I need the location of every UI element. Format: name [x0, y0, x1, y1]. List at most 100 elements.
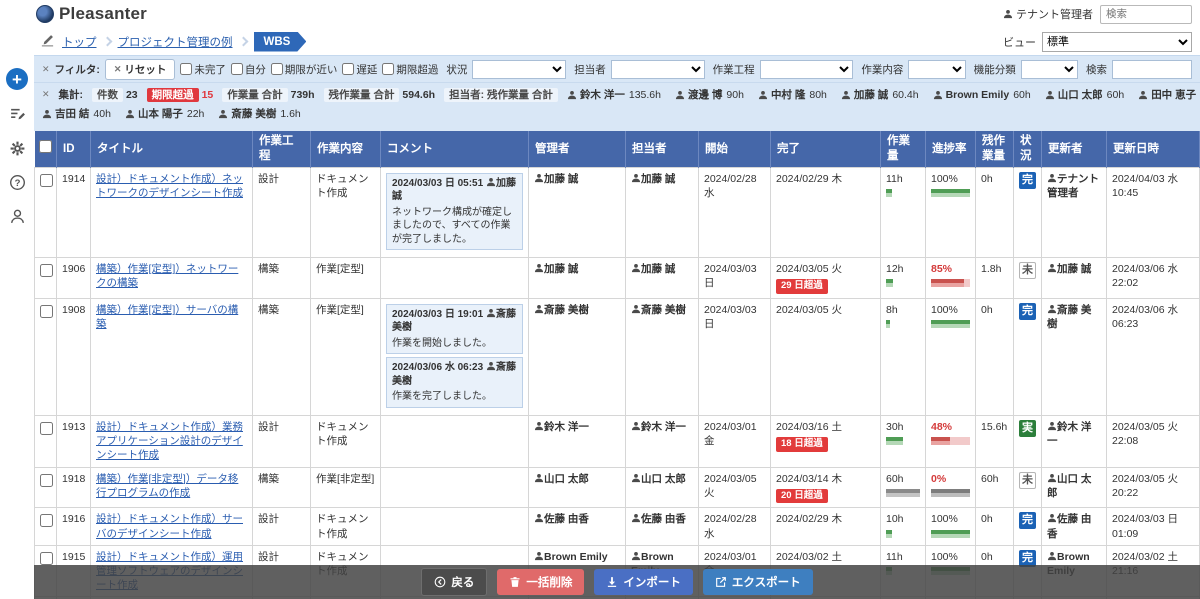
filter-check-incomplete[interactable]: 未完了	[180, 62, 226, 77]
edit-list-icon[interactable]	[7, 104, 27, 124]
cell-comments	[381, 508, 529, 545]
chevron-right-icon	[102, 37, 112, 47]
checkbox[interactable]	[180, 63, 192, 75]
filter-content-select[interactable]	[908, 60, 965, 79]
person-name: テナント管理者	[1047, 173, 1099, 199]
person-icon	[218, 109, 228, 119]
account-icon[interactable]	[7, 206, 27, 226]
task-title-link[interactable]: 構築）作業[非定型]）データ移行プログラムの作成	[96, 473, 238, 499]
filter-check-overdue[interactable]: 期限超過	[382, 62, 438, 77]
row-checkbox[interactable]	[40, 305, 53, 318]
column-header[interactable]: 作業工程	[253, 131, 311, 167]
filter-check-delay[interactable]: 遅延	[342, 62, 377, 77]
summary-person: 鈴木 洋一135.6h	[567, 87, 661, 102]
person-icon	[675, 90, 685, 100]
cell-remaining: 0h	[976, 167, 1014, 258]
row-checkbox[interactable]	[40, 552, 53, 565]
person-name: 山口 太郎	[534, 473, 589, 485]
progress-bar	[931, 279, 970, 287]
summary-person: 加藤 誠60.4h	[841, 87, 919, 102]
filter-category-select[interactable]	[1021, 60, 1078, 79]
summary-person: 斎藤 美樹1.6h	[218, 106, 300, 121]
column-header[interactable]: 管理者	[529, 131, 626, 167]
person-icon	[486, 361, 496, 371]
column-header[interactable]: 進捗率	[926, 131, 976, 167]
filter-assignee-select[interactable]	[611, 60, 705, 79]
row-checkbox[interactable]	[40, 174, 53, 187]
cell-comments	[381, 415, 529, 467]
checkbox[interactable]	[231, 63, 243, 75]
task-title-link[interactable]: 構築）作業[定型]）サーバの構築	[96, 304, 238, 330]
export-icon	[715, 576, 727, 588]
logo-text: Pleasanter	[59, 4, 147, 24]
filter-check-own[interactable]: 自分	[231, 62, 266, 77]
task-title-link[interactable]: 設計）ドキュメント作成）業務アプリケーション設計のデザインシート作成	[96, 421, 243, 461]
cell-content: 作業[定型]	[311, 258, 381, 299]
cell-progress: 100%	[926, 298, 976, 415]
breadcrumb-link-project[interactable]: プロジェクト管理の例	[118, 34, 233, 50]
person-icon	[1045, 90, 1055, 100]
column-header[interactable]: 作業量	[881, 131, 926, 167]
row-checkbox[interactable]	[40, 474, 53, 487]
column-header[interactable]: 更新者	[1042, 131, 1107, 167]
help-icon[interactable]: ?	[7, 172, 27, 192]
row-checkbox[interactable]	[40, 422, 53, 435]
select-all-checkbox[interactable]	[39, 140, 52, 153]
bulk-delete-button[interactable]: 一括削除	[497, 569, 584, 595]
cell-process: 構築	[253, 258, 311, 299]
status-badge: 完	[1019, 172, 1036, 189]
cell-start: 2024/03/03 日	[699, 258, 771, 299]
global-search-input[interactable]	[1100, 5, 1192, 24]
cell-end: 2024/03/05 火	[771, 298, 881, 415]
tenant-admin-label[interactable]: テナント管理者	[1003, 6, 1093, 22]
progress-bar	[931, 530, 970, 538]
summary-stat: 残作業量 合計 594.6h	[324, 87, 436, 102]
column-header[interactable]: 開始	[699, 131, 771, 167]
cell-end: 2024/03/05 火29 日超過	[771, 258, 881, 299]
cell-status: 完	[1014, 298, 1042, 415]
collapse-icon[interactable]: ✕	[42, 64, 50, 75]
row-checkbox[interactable]	[40, 264, 53, 277]
column-header[interactable]: 残作業量	[976, 131, 1014, 167]
column-header[interactable]: 更新日時	[1107, 131, 1200, 167]
person-icon	[758, 90, 768, 100]
main-area: Pleasanter テナント管理者 トップ プロジェクト管理の例 WBS ビュ…	[34, 0, 1200, 599]
export-button[interactable]: エクスポート	[703, 569, 813, 595]
checkbox[interactable]	[271, 63, 283, 75]
task-title-link[interactable]: 設計）ドキュメント作成）ネットワークのデザインシート作成	[96, 173, 243, 199]
add-button[interactable]: +	[6, 68, 28, 90]
cell-title: 設計）ドキュメント作成）ネットワークのデザインシート作成	[91, 167, 253, 258]
filter-status-select[interactable]	[472, 60, 566, 79]
filter-search-input[interactable]	[1112, 60, 1192, 79]
breadcrumb-link-top[interactable]: トップ	[62, 34, 97, 50]
task-title-link[interactable]: 設計）ドキュメント作成）サーバのデザインシート作成	[96, 513, 243, 539]
import-button[interactable]: インポート	[594, 569, 693, 595]
column-header[interactable]: 作業内容	[311, 131, 381, 167]
cell-work: 11h	[881, 167, 926, 258]
column-header[interactable]: コメント	[381, 131, 529, 167]
column-header[interactable]: 担当者	[626, 131, 699, 167]
column-header[interactable]: ID	[57, 131, 91, 167]
filter-process-select[interactable]	[760, 60, 854, 79]
app-logo[interactable]: Pleasanter	[36, 4, 147, 24]
view-select[interactable]: 標準	[1042, 32, 1192, 52]
filter-check-near-limit[interactable]: 期限が近い	[271, 62, 338, 77]
back-button[interactable]: 戻る	[421, 568, 487, 596]
column-header[interactable]: 状況	[1014, 131, 1042, 167]
cell-work: 30h	[881, 415, 926, 467]
filter-reset-button[interactable]: ✕リセット	[105, 59, 176, 80]
column-header[interactable]: タイトル	[91, 131, 253, 167]
edit-pencil-icon[interactable]	[40, 33, 55, 51]
progress-bar	[931, 320, 970, 328]
row-checkbox[interactable]	[40, 514, 53, 527]
column-header[interactable]: 完了	[771, 131, 881, 167]
checkbox[interactable]	[382, 63, 394, 75]
cell-content: 作業[非定型]	[311, 467, 381, 508]
task-title-link[interactable]: 構築）作業[定型]）ネットワークの構築	[96, 263, 238, 289]
menu-toggle-icon[interactable]	[9, 6, 25, 26]
cell-remaining: 0h	[976, 298, 1014, 415]
cell-status: 完	[1014, 508, 1042, 545]
collapse-icon[interactable]: ✕	[42, 89, 50, 100]
checkbox[interactable]	[342, 63, 354, 75]
settings-gear-icon[interactable]	[7, 138, 27, 158]
